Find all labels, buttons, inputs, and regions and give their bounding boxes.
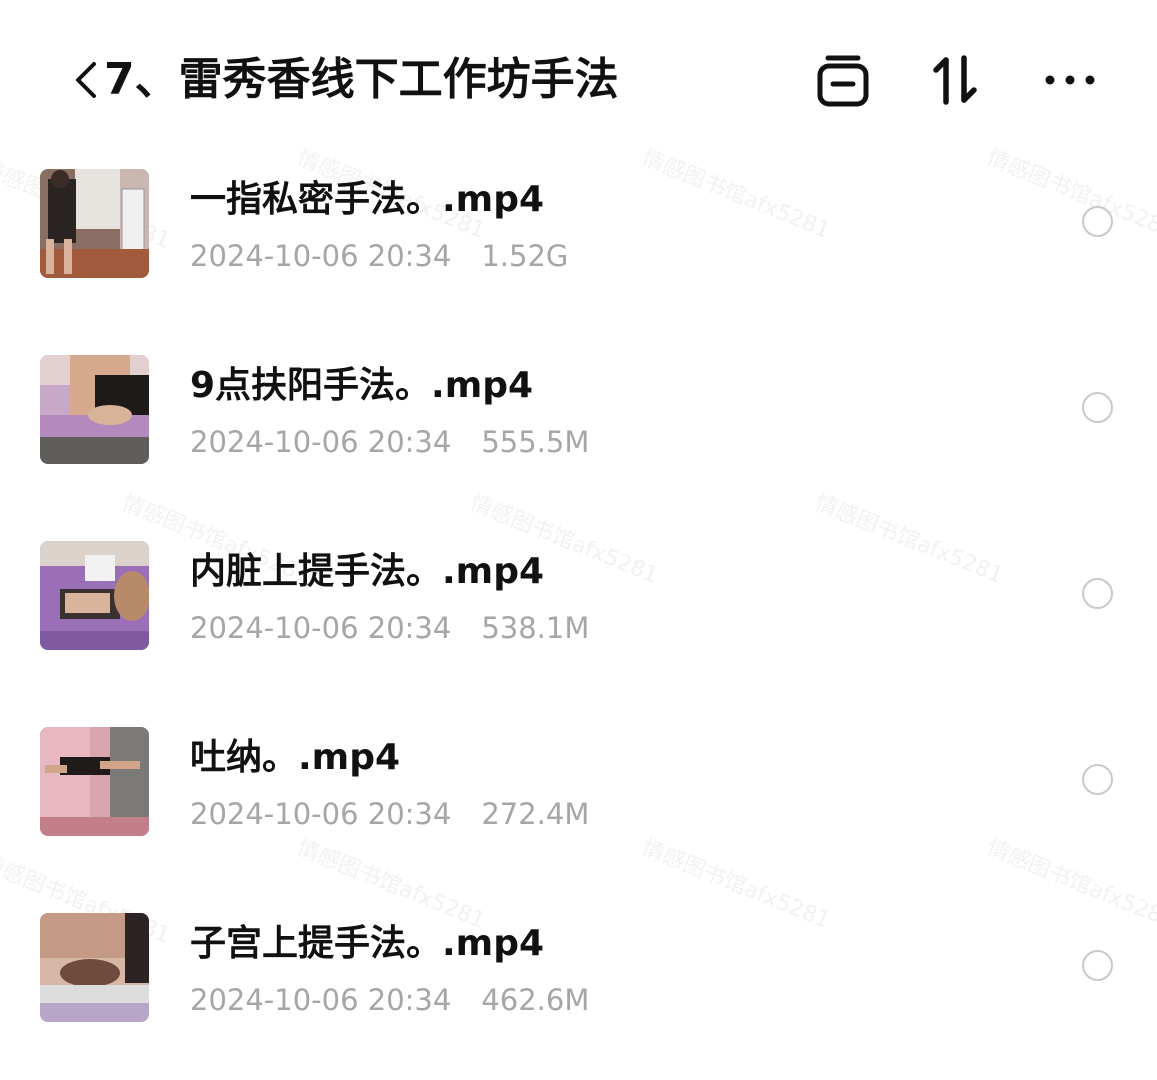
file-date: 2024-10-06 20:34 [190, 425, 452, 459]
file-name: 吐纳。.mp4 [190, 737, 401, 778]
file-date: 2024-10-06 20:34 [190, 611, 452, 645]
select-box-icon [817, 55, 869, 107]
sort-icon [933, 55, 977, 105]
file-size: 462.6M [481, 983, 590, 1017]
video-thumbnail [40, 727, 149, 836]
video-thumbnail [40, 169, 149, 278]
file-meta: 2024-10-06 20:34 462.6M [190, 980, 589, 1020]
chevron-left-icon [76, 62, 96, 98]
file-row[interactable]: 一指私密手法。.mp4 2024-10-06 20:34 1.52G [0, 150, 1157, 300]
select-radio[interactable] [1082, 206, 1113, 237]
file-name: 内脏上提手法。.mp4 [190, 551, 545, 592]
file-row[interactable]: 子宫上提手法。.mp4 2024-10-06 20:34 462.6M [0, 894, 1157, 1044]
select-radio[interactable] [1082, 950, 1113, 981]
file-row[interactable]: 9点扶阳手法。.mp4 2024-10-06 20:34 555.5M [0, 336, 1157, 486]
more-icon [1045, 75, 1095, 85]
file-meta: 2024-10-06 20:34 272.4M [190, 794, 589, 834]
back-button[interactable] [64, 50, 104, 110]
more-button[interactable] [1038, 48, 1102, 112]
video-thumbnail [40, 913, 149, 1022]
file-row[interactable]: 内脏上提手法。.mp4 2024-10-06 20:34 538.1M [0, 522, 1157, 672]
file-meta: 2024-10-06 20:34 555.5M [190, 422, 589, 462]
page-title: 7、雷秀香线下工作坊手法 [104, 54, 619, 105]
file-name: 9点扶阳手法。.mp4 [190, 365, 534, 406]
sort-button[interactable] [924, 48, 988, 112]
select-radio[interactable] [1082, 764, 1113, 795]
file-name: 子宫上提手法。.mp4 [190, 923, 545, 964]
file-date: 2024-10-06 20:34 [190, 983, 452, 1017]
video-thumbnail [40, 355, 149, 464]
video-thumbnail [40, 541, 149, 650]
file-date: 2024-10-06 20:34 [190, 797, 452, 831]
file-size: 555.5M [481, 425, 590, 459]
select-radio[interactable] [1082, 578, 1113, 609]
file-meta: 2024-10-06 20:34 1.52G [190, 236, 568, 276]
file-size: 272.4M [481, 797, 590, 831]
file-name: 一指私密手法。.mp4 [190, 179, 545, 220]
file-meta: 2024-10-06 20:34 538.1M [190, 608, 589, 648]
file-size: 538.1M [481, 611, 590, 645]
select-button[interactable] [811, 48, 875, 112]
top-bar: 7、雷秀香线下工作坊手法 [0, 0, 1157, 150]
file-date: 2024-10-06 20:34 [190, 239, 452, 273]
file-row[interactable]: 吐纳。.mp4 2024-10-06 20:34 272.4M [0, 708, 1157, 858]
select-radio[interactable] [1082, 392, 1113, 423]
file-size: 1.52G [481, 239, 569, 273]
